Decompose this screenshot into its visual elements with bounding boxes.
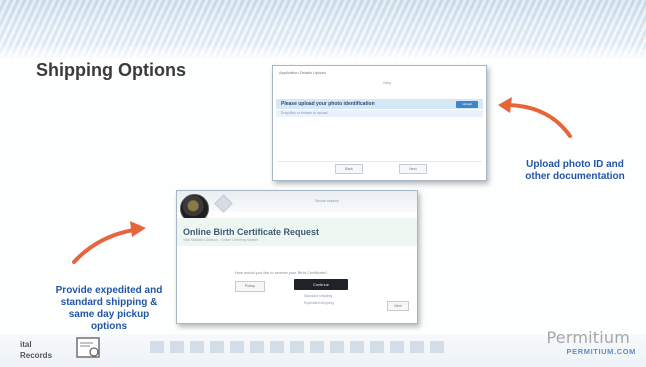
upload-screenshot: Application Details Upload Step Please u…: [272, 65, 487, 181]
request-subtitle: Vital Statistics Division - Online Order…: [183, 238, 259, 242]
brand-url[interactable]: PERMITIUM.COM: [567, 347, 636, 356]
upload-caption-line: Upload photo ID and: [526, 159, 624, 170]
request-title-band: Online Birth Certificate Request Vital S…: [177, 218, 417, 246]
brand-name: Permitium: [546, 328, 630, 347]
next-button[interactable]: Next: [399, 164, 427, 174]
upload-prompt-text: Please upload your photo identification: [281, 101, 375, 107]
expedited-shipping-option[interactable]: Expedited shipping: [304, 301, 334, 305]
upload-caption: Upload photo ID and other documentation: [508, 159, 642, 183]
divider: [277, 161, 482, 162]
shipping-caption-line: same day pickup: [68, 309, 150, 320]
standard-shipping-option[interactable]: Standard shipping: [304, 294, 332, 298]
upload-prompt-bar: Please upload your photo identification …: [276, 99, 483, 109]
upload-screenshot-header: Application Details Upload: [279, 70, 326, 75]
footer-blurred-text: [150, 341, 450, 353]
arrow-to-upload-icon: [498, 97, 572, 138]
logo-line: ital: [20, 340, 32, 349]
shipping-caption-line: standard shipping &: [60, 297, 158, 308]
upload-caption-line: other documentation: [525, 171, 625, 182]
screenshot-topbar: [177, 191, 417, 212]
logo-line: Records: [20, 351, 53, 360]
session-status: Secure session: [315, 199, 339, 203]
shipping-caption-line: Provide expedited and: [55, 285, 163, 296]
vital-records-text: ital Records: [20, 339, 52, 361]
birth-certificate-screenshot: Secure session Online Birth Certificate …: [176, 190, 418, 324]
next-button[interactable]: Next: [387, 301, 409, 311]
delivery-question: How would you like to receive your Birth…: [235, 270, 328, 275]
certificate-icon: [76, 337, 100, 358]
upload-button[interactable]: Upload: [456, 101, 478, 108]
vital-records-logo: ital Records: [18, 329, 112, 363]
permitium-brand: Permitium PERMITIUM.COM: [518, 328, 638, 362]
arrow-to-shipping-icon: [72, 221, 146, 264]
slide: Shipping Options Application Details Upl…: [0, 0, 646, 367]
upload-drop-strip[interactable]: Drag files or browse to upload: [276, 110, 483, 117]
shipping-caption: Provide expedited and standard shipping …: [34, 285, 184, 333]
pickup-button[interactable]: Pickup: [235, 281, 265, 292]
slide-title: Shipping Options: [36, 60, 186, 80]
continue-button[interactable]: Continue: [294, 279, 348, 290]
request-title: Online Birth Certificate Request: [183, 227, 320, 237]
back-button[interactable]: Back: [335, 164, 363, 174]
upload-screenshot-subheader: Step: [383, 80, 392, 85]
upload-drop-text: Drag files or browse to upload: [281, 111, 328, 115]
